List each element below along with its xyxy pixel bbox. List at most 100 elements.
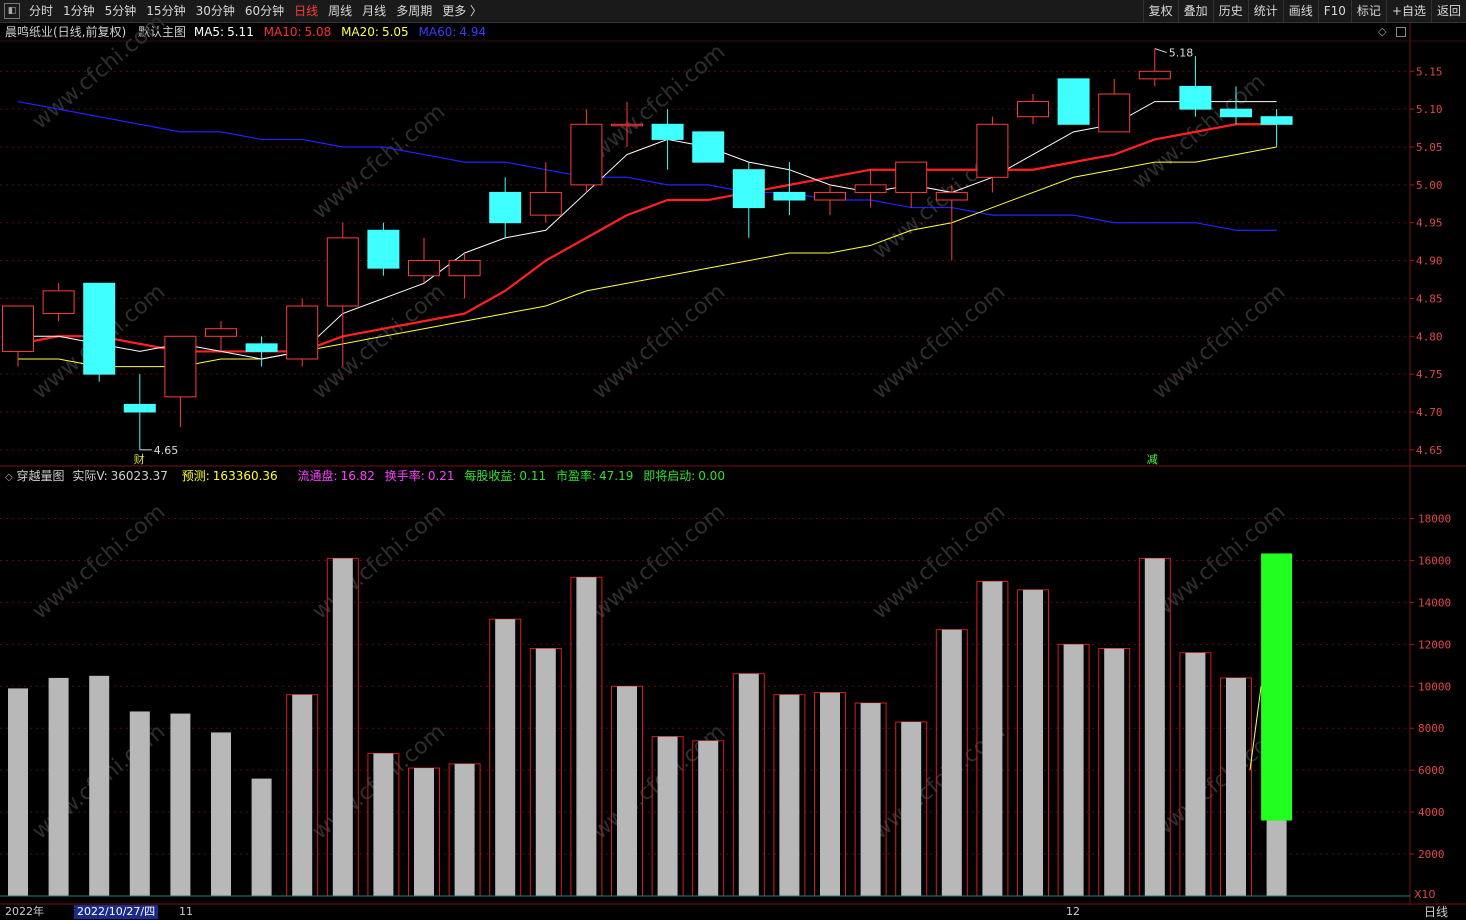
volume-bar [48, 677, 69, 896]
volume-bar [454, 763, 475, 896]
volume-bar [8, 688, 28, 896]
candle-up [854, 184, 887, 193]
price-tick-label: 4.85 [1416, 292, 1443, 305]
volume-bar [860, 703, 881, 896]
candle-up [205, 328, 237, 337]
volume-bar [1023, 589, 1043, 896]
candle-up [895, 161, 928, 193]
volume-tick-label: 2000 [1418, 848, 1445, 861]
volume-bar [292, 694, 313, 896]
low-price-label: 4.65 [154, 444, 179, 457]
candle-down [489, 191, 522, 224]
volume-bar [129, 711, 150, 896]
watermark-text: www.cfchi.com [588, 279, 730, 404]
candle-down [1179, 85, 1212, 110]
reduction-marker: 减 [1147, 453, 1158, 466]
candle-up [286, 305, 319, 360]
volume-bar [414, 768, 434, 896]
price-tick-label: 5.15 [1416, 65, 1443, 78]
ma10-line [17, 123, 1277, 353]
financial-report-marker: 财 [134, 452, 145, 466]
volume-bar [332, 558, 353, 896]
volume-bar [617, 686, 637, 896]
candle-up [1098, 93, 1131, 133]
price-tick-label: 5.05 [1416, 141, 1443, 154]
candle-up [570, 123, 603, 186]
candle-up [408, 260, 440, 277]
price-tick-label: 4.70 [1416, 406, 1443, 419]
volume-tick-label: 6000 [1418, 764, 1445, 777]
candle-down [651, 123, 684, 140]
volume-tick-label: 12000 [1418, 638, 1451, 651]
volume-bar [738, 673, 759, 896]
cursor-date: 2022/10/27/四 [74, 905, 159, 919]
month-11-label: 11 [179, 905, 193, 918]
candle-down [83, 282, 116, 375]
price-tick-label: 4.75 [1416, 368, 1443, 381]
volume-unit: X10 [1414, 888, 1436, 901]
volume-tick-label: 14000 [1418, 596, 1451, 609]
price-tick-label: 5.10 [1416, 103, 1443, 116]
watermark-text: www.cfchi.com [308, 99, 450, 224]
predicted-volume-bar [1261, 553, 1293, 821]
volume-tick-label: 4000 [1418, 806, 1445, 819]
volume-bar [535, 648, 556, 896]
candle-up [42, 290, 75, 315]
volume-bar [1266, 820, 1287, 896]
candle-up [814, 191, 846, 201]
volume-bar [1144, 558, 1165, 896]
candle-down [1057, 78, 1090, 125]
volume-bar [1226, 677, 1246, 896]
volume-bar [982, 581, 1003, 896]
ma5-line [18, 101, 1277, 360]
candle-down [773, 191, 806, 201]
candle-up [1017, 101, 1049, 118]
candle-up [611, 123, 643, 127]
candle-up [448, 260, 481, 277]
watermark-text: www.cfchi.com [588, 499, 730, 624]
volume-tick-label: 10000 [1418, 680, 1451, 693]
volume-bar [657, 736, 678, 896]
volume-bar [820, 692, 840, 896]
volume-bar [901, 721, 922, 896]
candle-down [1260, 116, 1293, 125]
volume-bar [941, 629, 962, 896]
candle-up [976, 123, 1009, 178]
volume-tick-label: 16000 [1418, 554, 1451, 567]
volume-bar [251, 778, 272, 896]
volume-bar [373, 753, 394, 896]
candle-down [1220, 108, 1252, 118]
candle-down [245, 343, 278, 352]
watermark-text: www.cfchi.com [28, 9, 170, 134]
volume-bar [779, 694, 800, 896]
candle-up [2, 305, 34, 352]
volume-bar [1063, 644, 1084, 896]
period-label[interactable]: 日线 [1424, 905, 1448, 919]
volume-bar [1185, 652, 1206, 896]
price-tick-label: 4.80 [1416, 330, 1443, 343]
month-12-label: 12 [1066, 905, 1080, 918]
candle-up [164, 335, 197, 398]
candle-down [367, 229, 400, 269]
volume-tick-label: 8000 [1418, 722, 1445, 735]
kline-chart[interactable]: 5.15 5.10 5.05 5.00 4.95 4.90 4.85 4.80 4.75 4.70… [0, 0, 1466, 920]
candle-up [1138, 70, 1171, 80]
candle-down [692, 131, 725, 163]
year-label: 2022年 [5, 905, 44, 918]
price-tick-label: 4.65 [1416, 444, 1443, 457]
price-tick-label: 4.90 [1416, 255, 1443, 268]
price-tick-label: 4.95 [1416, 217, 1443, 230]
volume-tick-label: 18000 [1418, 513, 1451, 526]
candle-up [326, 237, 359, 307]
volume-bar [89, 675, 110, 896]
volume-bar [1104, 648, 1125, 896]
candle-down [123, 403, 156, 413]
candle-up [935, 191, 968, 201]
volume-bar [698, 740, 719, 896]
price-tick-label: 5.00 [1416, 179, 1443, 192]
volume-bar [495, 619, 516, 896]
volume-bar [211, 732, 231, 896]
high-price-label: 5.18 [1169, 47, 1194, 60]
volume-bar [576, 577, 597, 896]
candle-up [529, 191, 562, 216]
